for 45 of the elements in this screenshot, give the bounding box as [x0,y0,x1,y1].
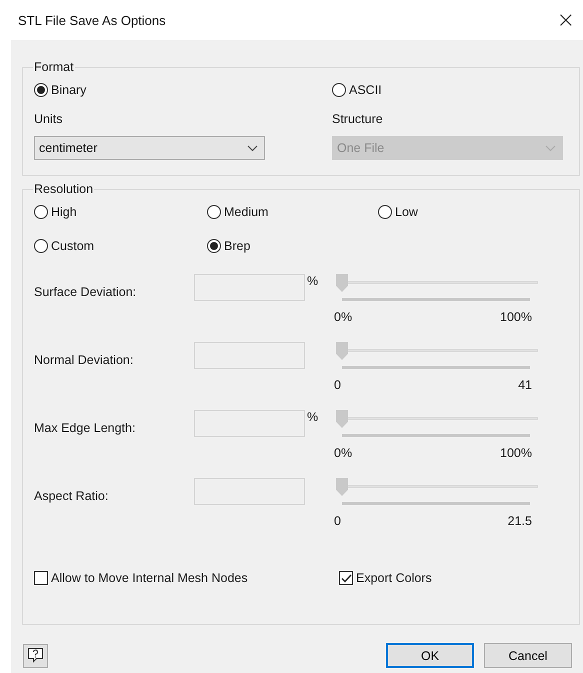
parameter-label: Surface Deviation: [34,284,138,301]
slider-thumb[interactable] [336,478,348,496]
help-icon [27,647,44,664]
chevron-icon [247,144,258,152]
checkbox[interactable]: Export Colors [339,568,432,588]
field-label: Units [34,112,64,128]
checkbox[interactable]: Allow to Move Internal Mesh Nodes [34,568,248,588]
group-title: Resolution [33,182,94,196]
scale-max-label: 21.5 [508,514,532,528]
help-button[interactable] [23,644,48,668]
slider-thumb[interactable] [336,410,348,428]
field-label: Structure [332,112,384,128]
chevron-icon [545,144,556,152]
close-button[interactable]: × [552,8,579,32]
slider-thumb[interactable] [336,274,348,292]
parameter-label: Aspect Ratio: [34,488,110,505]
radio-button[interactable]: Brep [207,236,250,256]
unit-label: % [306,273,318,288]
radio-button[interactable]: Medium [207,202,268,222]
radio-button[interactable]: High [34,202,77,222]
parameter-label: Normal Deviation: [34,352,134,369]
radio-button[interactable]: Low [378,202,418,222]
radio-button[interactable]: Custom [34,236,94,256]
scale-max-label: 41 [518,378,532,392]
group-title: Format [33,60,75,74]
checkmark-icon [340,574,352,582]
unit-label: % [306,409,318,424]
radio-button[interactable]: Binary [34,80,86,100]
input-field[interactable] [194,478,305,505]
radio-button[interactable]: ASCII [332,80,382,100]
scale-max-label: 100% [500,310,532,324]
scale-min-label: 0 [334,378,341,392]
dialog-button[interactable]: Cancel [484,643,572,668]
scale-min-label: 0% [334,446,352,460]
scale-min-label: 0 [334,514,341,528]
input-field[interactable] [194,342,305,369]
dialog-button[interactable]: OK [386,643,474,668]
dropdown[interactable]: centimeter [34,136,265,160]
scale-min-label: 0% [334,310,352,324]
slider-thumb[interactable] [336,342,348,360]
input-field[interactable] [194,274,305,301]
parameter-label: Max Edge Length: [34,420,136,437]
scale-max-label: 100% [500,446,532,460]
window-title: STL File Save As Options [18,12,166,28]
input-field[interactable] [194,410,305,437]
